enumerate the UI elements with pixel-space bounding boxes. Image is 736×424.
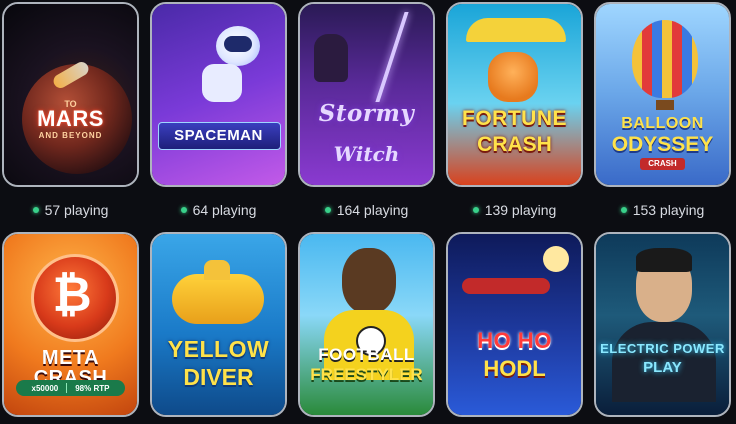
glider-art	[466, 18, 566, 42]
game-art	[300, 234, 433, 415]
rtp-label: 98% RTP	[75, 383, 110, 393]
game-card-yellow-diver[interactable]: YELLOW DIVER	[150, 232, 287, 417]
sleigh-art	[462, 278, 550, 294]
player-head-art	[342, 248, 396, 314]
multiplier-label: x50000	[31, 383, 59, 393]
game-card-spaceman[interactable]: SPACEMAN	[150, 2, 287, 187]
moon-art	[543, 246, 569, 272]
online-dot-icon	[180, 207, 187, 213]
game-card-electric-power-play[interactable]: ELECTRIC POWER PLAY	[594, 232, 731, 417]
submarine-art	[172, 274, 264, 324]
game-title-line: YELLOW	[167, 336, 270, 362]
game-title-line: CRASH	[477, 133, 552, 156]
game-art	[152, 4, 285, 185]
players-count: 153 playing	[594, 200, 731, 220]
bitcoin-icon: ₿	[52, 269, 92, 322]
witch-art	[314, 34, 348, 82]
game-title-line: ELECTRIC POWER	[600, 341, 725, 356]
game-title-line: DIVER	[183, 364, 254, 390]
online-dot-icon	[472, 207, 479, 213]
players-count: 164 playing	[298, 200, 435, 220]
game-title-line: Stormy	[318, 100, 415, 127]
game-title-line: SPACEMAN	[174, 127, 263, 144]
game-card-stormy-witch[interactable]: Stormy Witch	[298, 2, 435, 187]
astronaut-body-art	[202, 64, 242, 102]
game-title-line: FREESTYLER	[310, 365, 423, 384]
game-title-line: BALLOON	[621, 115, 704, 132]
tiger-art	[488, 52, 538, 102]
game-title-line: HODL	[483, 356, 546, 381]
game-card-meta-crash[interactable]: ₿ META CRASH x50000 98% RTP	[2, 232, 139, 417]
game-card-balloon-odyssey[interactable]: BALLOON ODYSSEY CRASH	[594, 2, 731, 187]
game-title-line: MARS	[37, 106, 104, 131]
game-art	[4, 4, 137, 185]
game-title-line: CRASH	[640, 158, 685, 170]
game-title-line: FORTUNE	[462, 107, 567, 130]
online-dot-icon	[32, 207, 39, 213]
game-art	[596, 234, 729, 415]
players-count: 64 playing	[150, 200, 287, 220]
online-dot-icon	[324, 207, 331, 213]
astronaut-visor-art	[224, 36, 252, 52]
game-title-line: FOOTBALL	[318, 345, 415, 364]
players-count: 57 playing	[2, 200, 139, 220]
game-art	[448, 4, 581, 185]
game-title-line: AND BEYOND	[38, 131, 103, 140]
game-title-line: Witch	[333, 142, 400, 166]
game-title-line: ODYSSEY	[611, 133, 714, 156]
lightning-bolt-art	[375, 12, 409, 102]
game-title-line: HO HO	[477, 328, 552, 353]
man-hair-art	[636, 248, 692, 272]
games-grid: TO MARS AND BEYOND 57 playing SPACEMAN 6…	[0, 0, 736, 424]
submarine-tower-art	[204, 260, 230, 280]
game-title-line: PLAY	[643, 359, 682, 376]
game-badge: x50000 98% RTP	[16, 380, 125, 396]
game-card-mars[interactable]: TO MARS AND BEYOND	[2, 2, 139, 187]
balloon-basket-art	[656, 100, 674, 110]
game-art	[448, 234, 581, 415]
game-card-football-freestyler[interactable]: FOOTBALL FREESTYLER	[298, 232, 435, 417]
game-card-fortune-crash[interactable]: FORTUNE CRASH	[446, 2, 583, 187]
hot-air-balloon-art	[632, 20, 698, 98]
game-card-ho-ho-hodl[interactable]: HO HO HODL	[446, 232, 583, 417]
players-count: 139 playing	[446, 200, 583, 220]
badge-divider	[66, 383, 68, 393]
online-dot-icon	[620, 207, 627, 213]
